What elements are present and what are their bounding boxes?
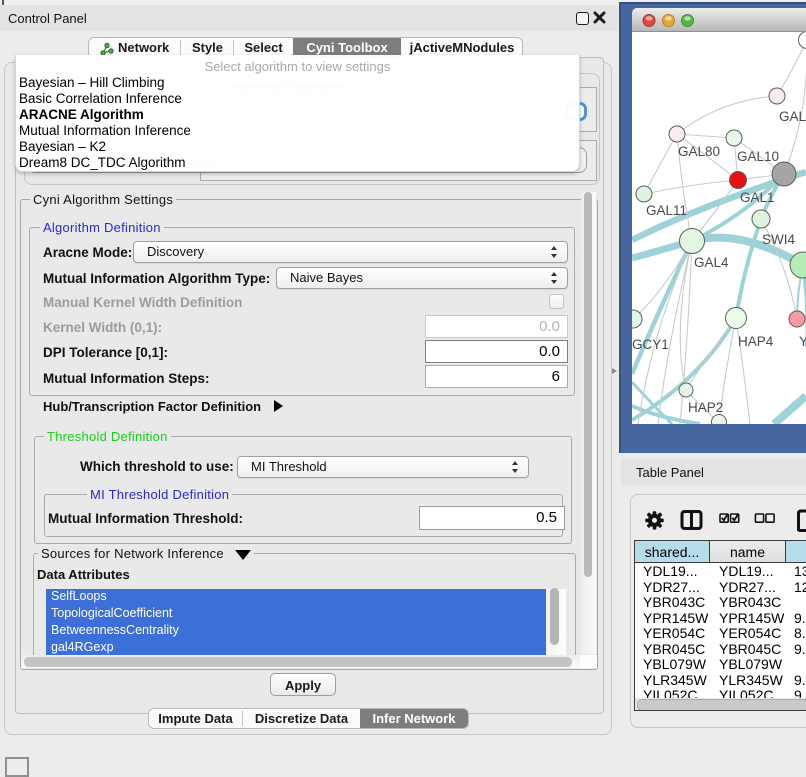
svg-text:Y: Y: [799, 334, 806, 349]
svg-text:GAL4: GAL4: [694, 255, 729, 270]
svg-text:GAL: GAL: [779, 109, 806, 124]
svg-text:GCY1: GCY1: [632, 337, 669, 352]
svg-text:HAP2: HAP2: [688, 400, 723, 415]
svg-text:GAL10: GAL10: [737, 149, 779, 164]
svg-text:GAL80: GAL80: [678, 144, 720, 159]
svg-text:GAL11: GAL11: [646, 203, 687, 218]
svg-text:GAL1: GAL1: [740, 190, 775, 205]
svg-text:HAP4: HAP4: [738, 334, 774, 349]
svg-text:SWI4: SWI4: [762, 232, 795, 247]
